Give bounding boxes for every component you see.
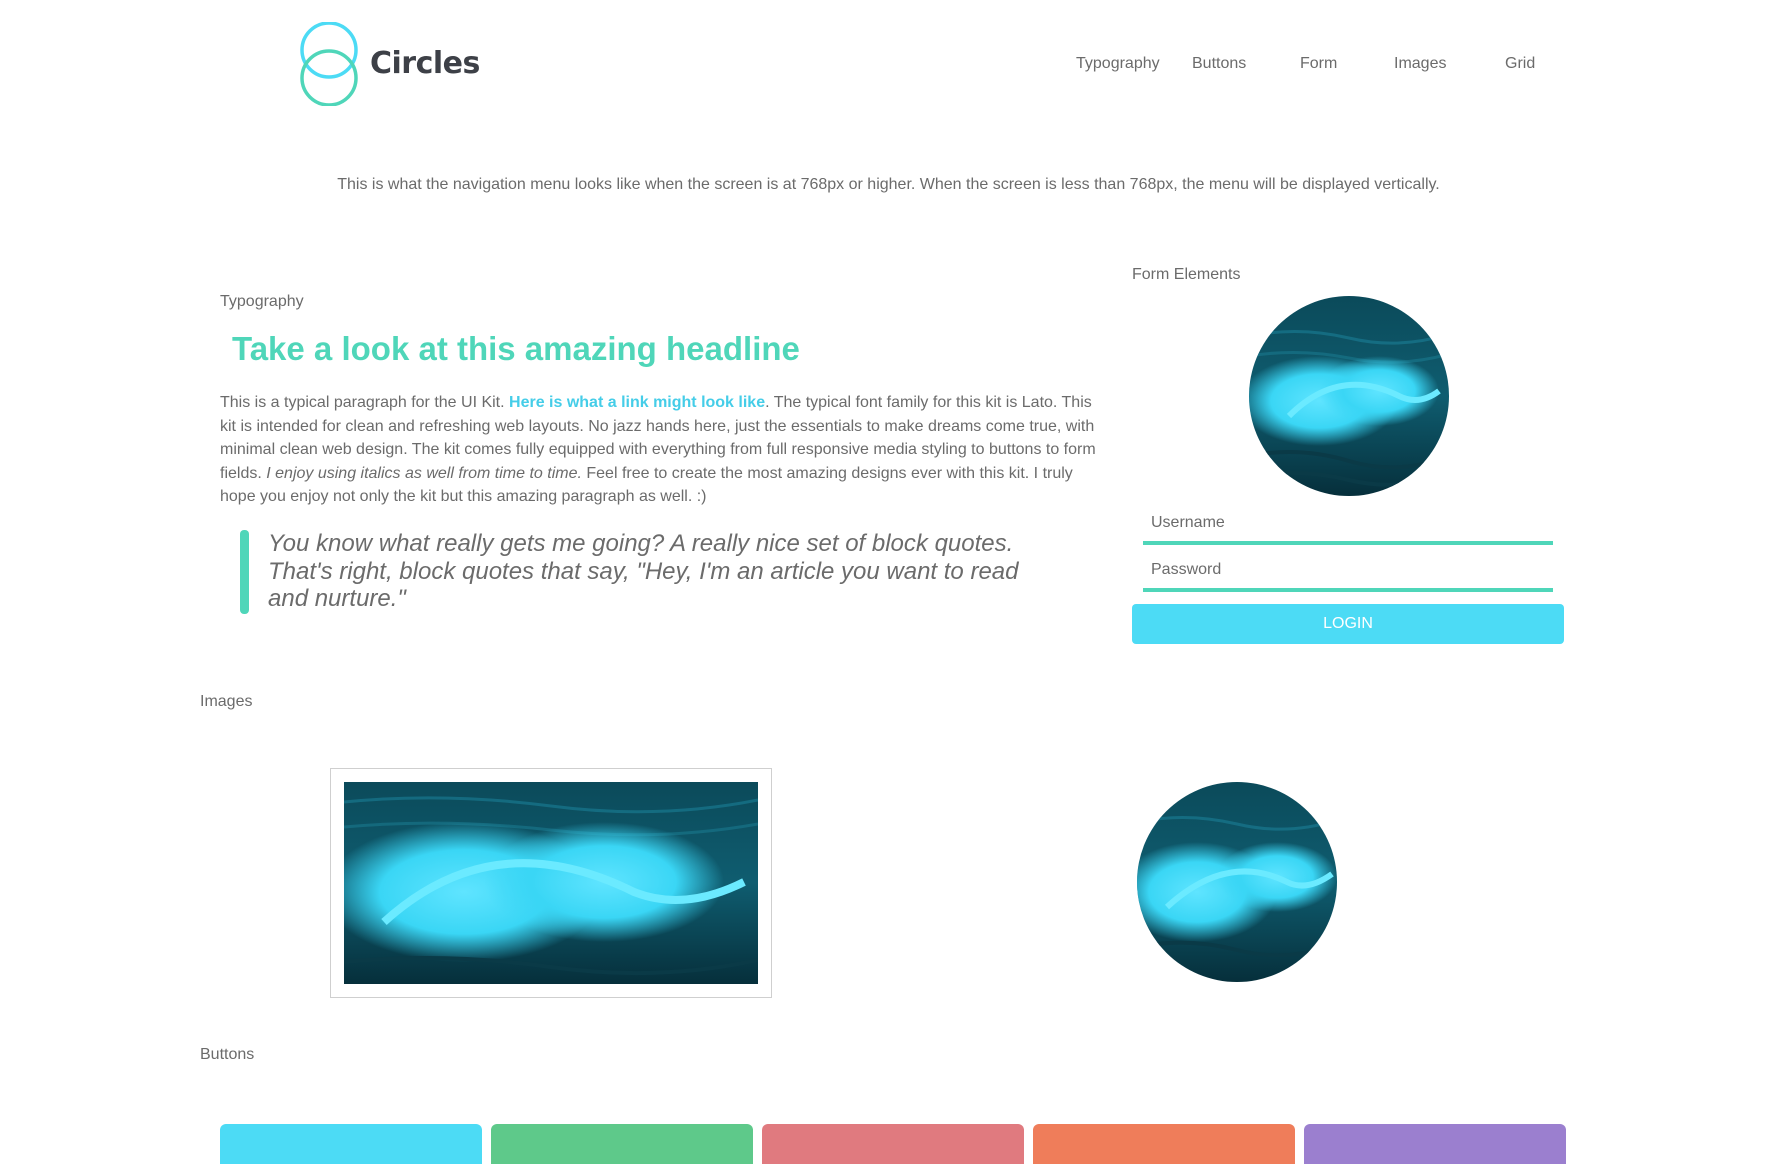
- framed-wave-image: [330, 768, 772, 998]
- block-quote: You know what really gets me going? A re…: [240, 530, 1040, 614]
- brand-name[interactable]: Circles: [370, 46, 480, 81]
- images-section-label: Images: [200, 693, 253, 710]
- typical-paragraph: This is a typical paragraph for the UI K…: [220, 391, 1100, 509]
- nav-typography[interactable]: Typography: [1076, 55, 1160, 73]
- paragraph-italic: I enjoy using italics as well from time …: [266, 464, 582, 482]
- block-quote-text: You know what really gets me going? A re…: [268, 530, 1019, 612]
- nav-images[interactable]: Images: [1394, 55, 1446, 73]
- block-quote-bar: [240, 530, 249, 614]
- typography-section-label: Typography: [220, 293, 304, 310]
- password-field[interactable]: [1143, 552, 1553, 592]
- site-header: Circles Typography Buttons Form Images G…: [0, 0, 1777, 120]
- info-button[interactable]: [1304, 1124, 1566, 1164]
- nav-grid[interactable]: Grid: [1505, 55, 1535, 73]
- danger-button[interactable]: [762, 1124, 1024, 1164]
- paragraph-link[interactable]: Here is what a link might look like: [509, 394, 765, 411]
- login-button[interactable]: LOGIN: [1132, 604, 1564, 644]
- username-field[interactable]: [1143, 505, 1553, 545]
- headline: Take a look at this amazing headline: [232, 330, 800, 367]
- wave-circle-image: [1137, 782, 1337, 982]
- paragraph-text: This is a typical paragraph for the UI K…: [220, 394, 510, 411]
- nav-buttons[interactable]: Buttons: [1192, 55, 1246, 73]
- warning-button[interactable]: [1033, 1124, 1295, 1164]
- primary-button[interactable]: [220, 1124, 482, 1164]
- success-button[interactable]: [491, 1124, 753, 1164]
- circles-logo-icon[interactable]: [296, 22, 362, 106]
- form-section-label: Form Elements: [1132, 266, 1241, 283]
- wave-avatar-image: [1249, 296, 1449, 496]
- nav-form[interactable]: Form: [1300, 55, 1337, 73]
- buttons-section-label: Buttons: [200, 1046, 255, 1063]
- navigation-note: This is what the navigation menu looks l…: [337, 176, 1440, 193]
